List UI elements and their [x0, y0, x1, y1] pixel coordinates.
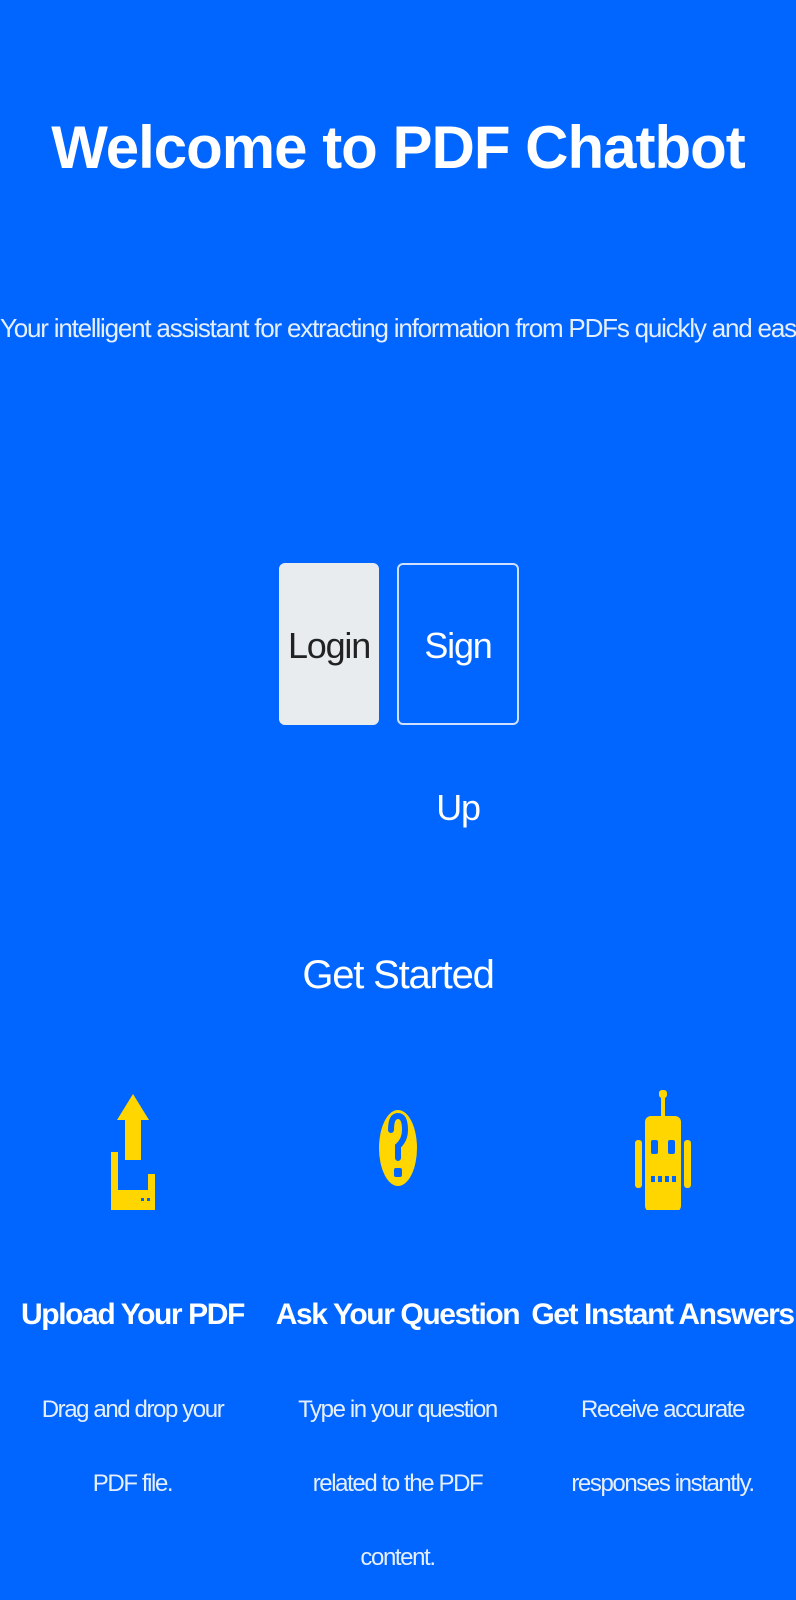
question-icon	[378, 1110, 417, 1186]
page-title: Welcome to PDF Chatbot	[51, 114, 746, 181]
feature-answers: Get Instant Answers Receive accurate res…	[530, 1090, 795, 1497]
feature-upload: Upload Your PDF Drag and drop your PDF f…	[0, 1090, 265, 1497]
feature-description: Type in your question related to the PDF…	[298, 1396, 498, 1571]
feature-title: Upload Your PDF	[21, 1298, 245, 1331]
feature-ask: Ask Your Question Type in your question …	[265, 1090, 530, 1571]
login-button[interactable]: Login	[279, 563, 379, 725]
signup-button[interactable]: Sign Up	[397, 563, 519, 828]
feature-description: Drag and drop your PDF file.	[41, 1396, 225, 1497]
hero-subtitle: Your intelligent assistant for extractin…	[0, 313, 796, 343]
feature-description: Receive accurate responses instantly.	[571, 1396, 755, 1497]
upload-icon	[110, 1094, 155, 1210]
auth-actions: Login Sign Up	[279, 563, 519, 828]
feature-title: Ask Your Question	[275, 1298, 521, 1331]
robot-icon	[634, 1090, 691, 1210]
get-started-title: Get Started	[302, 953, 495, 997]
feature-title: Get Instant Answers	[531, 1298, 795, 1331]
